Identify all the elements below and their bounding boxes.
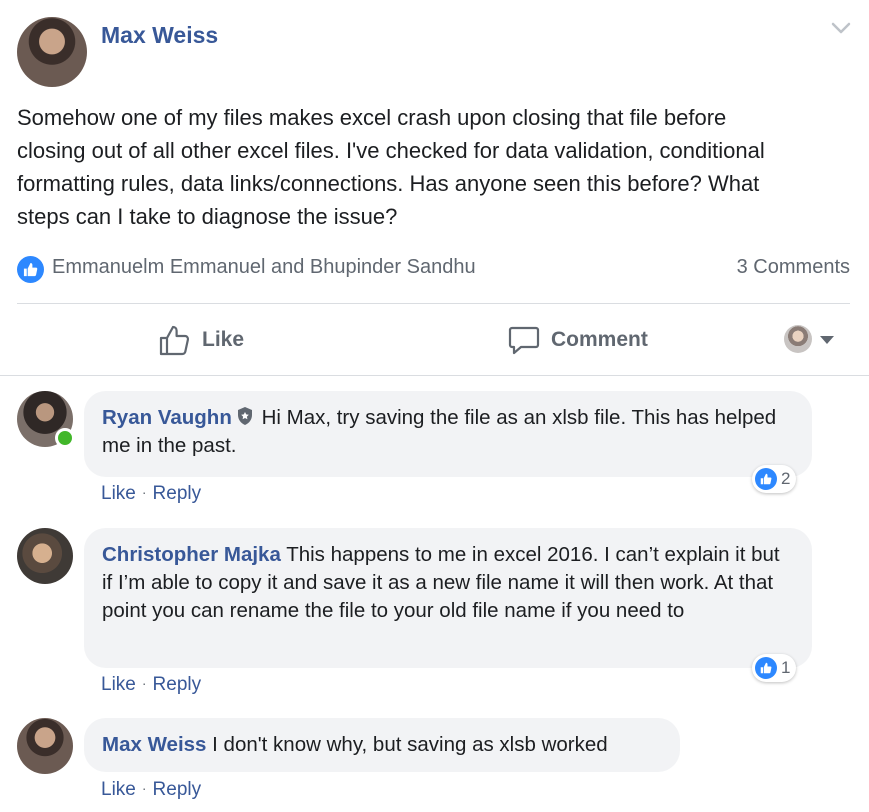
commenter-name[interactable]: Max Weiss <box>102 733 206 756</box>
like-reaction-icon <box>755 657 777 679</box>
comment-reply-link[interactable]: Reply <box>153 779 202 800</box>
facebook-post: Max Weiss Somehow one of my files makes … <box>0 0 869 812</box>
comment-like-link[interactable]: Like <box>101 674 136 695</box>
comment-bubble: Max Weiss I don't know why, but saving a… <box>84 718 680 772</box>
like-button[interactable]: Like <box>158 322 244 358</box>
post-text-line: formatting rules, data links/connections… <box>17 171 760 196</box>
comment-button[interactable]: Comment <box>507 322 648 358</box>
separator: · <box>141 484 147 500</box>
reactions-summary: Emmanuelm Emmanuel and Bhupinder Sandhu … <box>17 254 850 284</box>
comment-reactions[interactable]: 2 <box>752 465 797 493</box>
comment-reactions[interactable]: 1 <box>752 654 797 682</box>
post-text-line: steps can I take to diagnose the issue? <box>17 204 398 229</box>
online-status-indicator <box>55 428 75 448</box>
comment-like-link[interactable]: Like <box>101 779 136 800</box>
author-name[interactable]: Max Weiss <box>101 22 218 49</box>
shield-icon <box>237 407 252 425</box>
divider <box>17 303 850 304</box>
reactors-list[interactable]: Emmanuelm Emmanuel and Bhupinder Sandhu <box>52 256 476 279</box>
commenter-name[interactable]: Christopher Majka <box>102 543 281 566</box>
commenter-name[interactable]: Ryan Vaughn <box>102 406 232 429</box>
like-label: Like <box>202 328 245 351</box>
commenter-avatar[interactable] <box>17 718 73 774</box>
post-text-line: Somehow one of my files makes excel cras… <box>17 105 727 130</box>
comment-actions: Like · Reply <box>101 483 201 505</box>
comment-count[interactable]: 3 Comments <box>737 256 850 279</box>
like-reaction-icon[interactable] <box>17 256 44 283</box>
comment-bubble: Christopher Majka This happens to me in … <box>84 528 812 668</box>
comment-reply-link[interactable]: Reply <box>153 674 202 695</box>
thumbs-up-icon <box>159 325 190 356</box>
post-text-line: closing out of all other excel files. I'… <box>17 138 765 163</box>
reaction-count: 2 <box>781 469 791 488</box>
reaction-count: 1 <box>781 658 791 677</box>
comment-icon <box>508 326 540 355</box>
commenter-avatar[interactable] <box>17 528 73 584</box>
caret-down-icon <box>820 336 834 344</box>
comment-actions: Like · Reply <box>101 779 201 801</box>
identity-selector[interactable] <box>784 325 836 355</box>
post-text: Somehow one of my files makes excel cras… <box>17 101 857 233</box>
comment-text: I don't know why, but saving as xlsb wor… <box>212 733 608 756</box>
comment-actions: Like · Reply <box>101 674 201 696</box>
divider <box>0 375 869 376</box>
author-avatar[interactable] <box>17 17 87 87</box>
separator: · <box>141 780 147 796</box>
chevron-down-icon[interactable] <box>830 20 852 36</box>
comment-like-link[interactable]: Like <box>101 483 136 504</box>
like-reaction-icon <box>755 468 777 490</box>
avatar <box>784 325 812 353</box>
separator: · <box>141 675 147 691</box>
comment-label: Comment <box>551 328 648 351</box>
comment-reply-link[interactable]: Reply <box>153 483 202 504</box>
comment-bubble: Ryan Vaughn Hi Max, try saving the file … <box>84 391 812 477</box>
